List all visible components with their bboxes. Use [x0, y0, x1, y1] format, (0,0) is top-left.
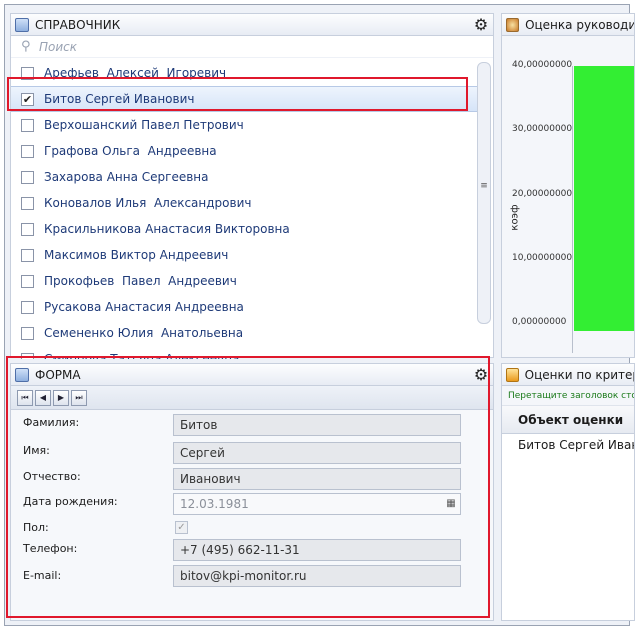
chart-title: Оценка руководит: [525, 17, 634, 32]
evaluations-panel: Оценки по критери Перетащите заголовок с…: [501, 363, 635, 621]
list-item[interactable]: Красильникова Анастасия Викторовна: [11, 216, 477, 242]
surname-label: Фамилия:: [23, 416, 80, 429]
y-axis-label: коэф: [509, 204, 521, 231]
directory-title: СПРАВОЧНИК: [35, 17, 121, 32]
record-navigator: ⏮ ◀ ▶ ⏭: [11, 386, 493, 410]
phone-label: Телефон:: [23, 542, 78, 555]
search-icon: ⚲: [21, 38, 31, 54]
name-field[interactable]: Сергей: [173, 442, 461, 464]
last-record-button[interactable]: ⏭: [71, 389, 87, 406]
list-item-checkbox[interactable]: [21, 274, 34, 288]
evaluations-header: Оценки по критери: [502, 364, 634, 386]
search-placeholder: Поиск: [39, 39, 78, 54]
patronymic-field[interactable]: Иванович: [173, 468, 461, 490]
gender-checkbox[interactable]: ✓: [175, 521, 188, 534]
list-item[interactable]: Верхошанский Павел Петрович: [11, 112, 477, 138]
next-record-button[interactable]: ▶: [53, 389, 69, 406]
list-item-label: Максимов Виктор Андреевич: [44, 248, 229, 262]
app-window: СПРАВОЧНИК ⚙ ⚲ Поиск Арефьев Алексей Иго…: [4, 4, 635, 626]
list-item-checkbox[interactable]: [21, 326, 34, 340]
gauge-icon: [506, 17, 520, 32]
list-item-checkbox[interactable]: [21, 170, 34, 184]
evaluations-rows: Битов Сергей Иванов: [502, 434, 634, 456]
form-panel: ФОРМА ⚙ ⏮ ◀ ▶ ⏭ Фамилия: Битов Имя: Серг…: [10, 363, 494, 621]
list-item-checkbox[interactable]: [21, 144, 34, 158]
birthdate-label: Дата рождения:: [23, 495, 118, 508]
prev-record-button[interactable]: ◀: [35, 389, 51, 406]
list-item-label: Захарова Анна Сергеевна: [44, 170, 209, 184]
list-item-checkbox[interactable]: [21, 248, 34, 262]
list-item-label: Битов Сергей Иванович: [44, 92, 195, 106]
list-item-label: Красильникова Анастасия Викторовна: [44, 222, 290, 236]
book-icon: [15, 17, 29, 32]
list-item-checkbox[interactable]: [21, 352, 34, 359]
y-tick-label: 30,00000000: [512, 124, 573, 135]
list-item[interactable]: Прокофьев Павел Андреевич: [11, 268, 477, 294]
email-field[interactable]: bitov@kpi-monitor.ru: [173, 565, 461, 587]
first-record-button[interactable]: ⏮: [17, 389, 33, 406]
list-item[interactable]: ✔ Битов Сергей Иванович: [11, 86, 477, 112]
directory-panel: СПРАВОЧНИК ⚙ ⚲ Поиск Арефьев Алексей Иго…: [10, 13, 494, 359]
list-item-checkbox[interactable]: [21, 300, 34, 314]
list-item-label: Коновалов Илья Александрович: [44, 196, 252, 210]
book-icon: [15, 367, 29, 382]
list-item-checkbox[interactable]: ✔: [21, 92, 34, 106]
column-header[interactable]: Объект оценки: [502, 406, 634, 434]
list-item[interactable]: Максимов Виктор Андреевич: [11, 242, 477, 268]
y-tick-label: 20,00000000: [512, 188, 573, 199]
form-title: ФОРМА: [35, 367, 81, 382]
list-item-label: Прокофьев Павел Андреевич: [44, 274, 237, 288]
list-item-checkbox[interactable]: [21, 66, 34, 80]
gear-icon[interactable]: ⚙: [473, 367, 489, 383]
form-header: ФОРМА ⚙: [11, 364, 493, 386]
patronymic-label: Отчество:: [23, 470, 81, 483]
y-tick-label: 0,00000000: [512, 317, 567, 327]
list-item[interactable]: Арефьев Алексей Игоревич: [11, 60, 477, 86]
directory-header: СПРАВОЧНИК ⚙: [11, 14, 493, 36]
list-item-checkbox[interactable]: [21, 222, 34, 236]
list-item-label: Арефьев Алексей Игоревич: [44, 66, 227, 80]
birthdate-field[interactable]: 12.03.1981 ▦: [173, 493, 461, 515]
scrollbar[interactable]: ≡: [477, 62, 491, 324]
list-item[interactable]: Смирнова Татьяна Алексеевна: [11, 346, 477, 359]
list-item-label: Верхошанский Павел Петрович: [44, 118, 244, 132]
list-item[interactable]: Коновалов Илья Александрович: [11, 190, 477, 216]
group-hint: Перетащите заголовок стол: [502, 386, 634, 406]
search-input[interactable]: ⚲ Поиск: [11, 36, 493, 58]
list-item-label: Смирнова Татьяна Алексеевна: [44, 352, 240, 359]
birthdate-value: 12.03.1981: [180, 497, 249, 511]
list-item-checkbox[interactable]: [21, 118, 34, 132]
surname-field[interactable]: Битов: [173, 414, 461, 436]
directory-list: Арефьев Алексей Игоревич ✔ Битов Сергей Ив…: [11, 60, 477, 359]
name-label: Имя:: [23, 444, 50, 457]
email-label: E-mail:: [23, 569, 62, 582]
table-row[interactable]: Битов Сергей Иванов: [502, 434, 634, 456]
y-tick-label: 10,00000000: [512, 252, 573, 263]
gender-label: Пол:: [23, 521, 49, 534]
phone-field[interactable]: +7 (495) 662-11-31: [173, 539, 461, 561]
chart-bar[interactable]: [574, 66, 634, 331]
list-item-label: Семененко Юлия Анатольевна: [44, 326, 244, 340]
list-item[interactable]: Семененко Юлия Анатольевна: [11, 320, 477, 346]
chart-icon: [506, 367, 519, 382]
list-item-label: Графова Ольга Андреевна: [44, 144, 217, 158]
y-tick-label: 40,00000000: [512, 60, 573, 70]
chart-area: коэф 40,00000000 30,00000000 20,00000000 10…: [502, 36, 634, 357]
scroll-grip-icon[interactable]: ≡: [480, 181, 488, 191]
list-item[interactable]: Русакова Анастасия Андреевна: [11, 294, 477, 320]
list-item[interactable]: Захарова Анна Сергеевна: [11, 164, 477, 190]
calendar-icon[interactable]: ▦: [444, 497, 458, 511]
chart-header: Оценка руководит: [502, 14, 634, 36]
gear-icon[interactable]: ⚙: [473, 17, 489, 33]
list-item[interactable]: Графова Ольга Андреевна: [11, 138, 477, 164]
list-item-label: Русакова Анастасия Андреевна: [44, 300, 244, 314]
chart-panel: Оценка руководит коэф 40,00000000 30,0000…: [501, 13, 635, 358]
evaluations-title: Оценки по критери: [524, 367, 634, 382]
list-item-checkbox[interactable]: [21, 196, 34, 210]
y-axis-line: [572, 66, 573, 353]
